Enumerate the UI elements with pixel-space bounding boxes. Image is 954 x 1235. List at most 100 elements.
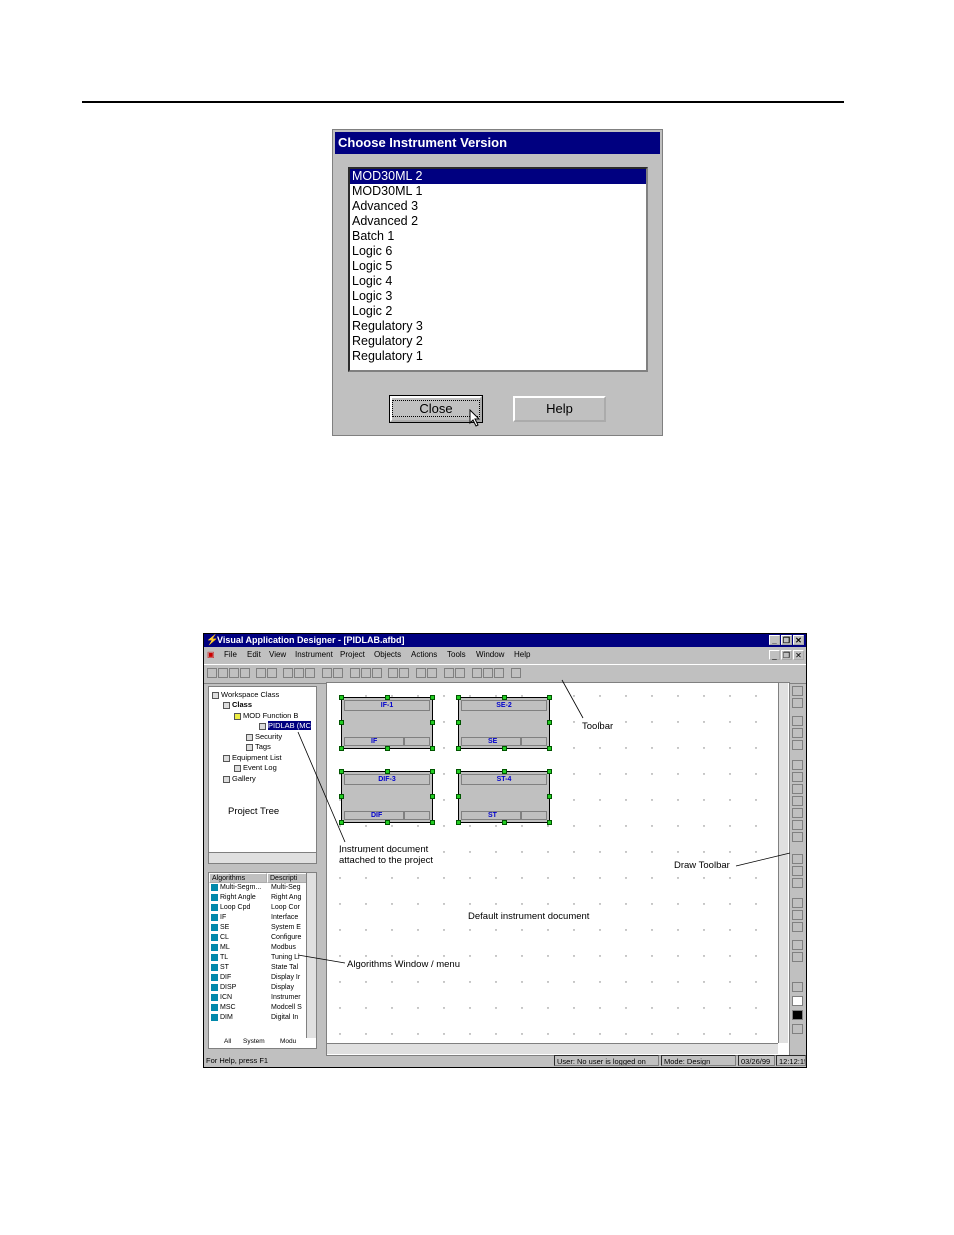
tree-node[interactable]: Class (223, 700, 252, 709)
selection-handle[interactable] (339, 746, 344, 751)
tree-horizontal-scrollbar[interactable] (209, 852, 316, 863)
version-list[interactable]: MOD30ML 2 MOD30ML 1 Advanced 3 Advanced … (348, 167, 648, 372)
zoom-icon[interactable] (792, 910, 803, 920)
selection-handle[interactable] (430, 720, 435, 725)
rectangle-icon[interactable] (792, 760, 803, 770)
menu-instrument[interactable]: Instrument (295, 648, 333, 662)
tab-system[interactable]: System (243, 1038, 265, 1045)
list-item[interactable]: IF (211, 913, 226, 923)
cut-icon[interactable] (283, 668, 293, 678)
background-color-icon[interactable] (792, 1010, 803, 1020)
list-item[interactable]: Batch 1 (350, 229, 646, 244)
polygon-icon[interactable] (792, 796, 803, 806)
redo-icon[interactable] (333, 668, 343, 678)
window-cascade-icon[interactable] (472, 668, 482, 678)
help-button[interactable]: Help (513, 396, 606, 422)
mdi-restore-icon[interactable]: ❐ (781, 650, 792, 660)
selection-handle[interactable] (385, 820, 390, 825)
open-icon[interactable] (218, 668, 228, 678)
pen-icon[interactable] (792, 898, 803, 908)
rounded-rect-icon[interactable] (792, 772, 803, 782)
tab-all[interactable]: All (224, 1038, 231, 1045)
save-all-icon[interactable] (240, 668, 250, 678)
selection-handle[interactable] (456, 695, 461, 700)
selection-handle[interactable] (502, 769, 507, 774)
selection-handle[interactable] (547, 695, 552, 700)
value-display-icon[interactable] (792, 866, 803, 876)
selection-handle[interactable] (430, 820, 435, 825)
polyline-icon[interactable] (792, 808, 803, 818)
project-tree[interactable]: Workspace Class Class MOD Function B PID… (208, 686, 317, 864)
zoom-in-icon[interactable] (361, 668, 371, 678)
pie-icon[interactable] (792, 832, 803, 842)
print-preview-icon[interactable] (267, 668, 277, 678)
list-item[interactable]: Right Angle (211, 893, 256, 903)
line-icon[interactable] (792, 728, 803, 738)
fill-icon[interactable] (792, 940, 803, 950)
algorithms-window[interactable]: Algorithms Descripti Multi-Segm... Multi… (208, 872, 317, 1049)
crop-icon[interactable] (792, 922, 803, 932)
print-icon[interactable] (256, 668, 266, 678)
tree-node[interactable]: Equipment List (223, 753, 282, 762)
selection-handle[interactable] (547, 746, 552, 751)
menu-help[interactable]: Help (514, 648, 530, 662)
tree-node[interactable]: PIDLAB (MC (259, 721, 311, 730)
save-icon[interactable] (229, 668, 239, 678)
list-item[interactable]: Logic 5 (350, 259, 646, 274)
selection-handle[interactable] (339, 769, 344, 774)
select-pointer-icon[interactable] (792, 686, 803, 696)
edit-icon[interactable] (455, 668, 465, 678)
ellipse-icon[interactable] (792, 784, 803, 794)
mdi-minimize-icon[interactable]: _ (769, 650, 780, 660)
menu-objects[interactable]: Objects (374, 648, 401, 662)
list-item[interactable]: DIF (211, 973, 231, 983)
foreground-color-icon[interactable] (792, 996, 803, 1006)
list-item[interactable]: DISP (211, 983, 236, 993)
list-item[interactable]: ST (211, 963, 229, 973)
list-item[interactable]: Regulatory 2 (350, 334, 646, 349)
selection-handle[interactable] (339, 820, 344, 825)
close-icon[interactable]: ✕ (793, 635, 804, 645)
list-item[interactable]: MSC (211, 1003, 236, 1013)
menu-view[interactable]: View (269, 648, 286, 662)
context-help-icon[interactable] (511, 668, 521, 678)
selection-handle[interactable] (385, 695, 390, 700)
chord-icon[interactable] (792, 820, 803, 830)
tree-node[interactable]: Security (246, 732, 282, 741)
line-width-icon[interactable] (792, 1024, 803, 1034)
selection-handle[interactable] (502, 746, 507, 751)
list-item[interactable]: Logic 2 (350, 304, 646, 319)
image-icon[interactable] (427, 668, 437, 678)
selection-handle[interactable] (339, 794, 344, 799)
selection-handle[interactable] (385, 769, 390, 774)
tree-node[interactable]: Gallery (223, 774, 256, 783)
menu-project[interactable]: Project (340, 648, 365, 662)
selection-handle[interactable] (456, 720, 461, 725)
folder-icon[interactable] (416, 668, 426, 678)
list-item[interactable]: Loop Cpd (211, 903, 250, 913)
selection-handle[interactable] (547, 769, 552, 774)
selection-handle[interactable] (430, 695, 435, 700)
list-item[interactable]: Regulatory 1 (350, 349, 646, 364)
description-column-header[interactable]: Descripti (267, 873, 307, 883)
arc-icon[interactable] (792, 740, 803, 750)
list-item[interactable]: Logic 3 (350, 289, 646, 304)
selection-handle[interactable] (456, 820, 461, 825)
paste-icon[interactable] (305, 668, 315, 678)
menu-edit[interactable]: Edit (247, 648, 261, 662)
selection-handle[interactable] (339, 720, 344, 725)
restore-icon[interactable]: ❐ (781, 635, 792, 645)
list-item[interactable]: MOD30ML 1 (350, 184, 646, 199)
tree-node[interactable]: Event Log (234, 763, 277, 772)
algorithms-column-header[interactable]: Algorithms (209, 873, 267, 883)
selection-handle[interactable] (430, 746, 435, 751)
selection-handle[interactable] (547, 820, 552, 825)
selection-handle[interactable] (339, 695, 344, 700)
list-item[interactable]: Multi-Segm... (211, 883, 261, 893)
menu-file[interactable]: File (224, 648, 237, 662)
tree-node[interactable]: Workspace Class (212, 690, 279, 699)
list-item[interactable]: TL (211, 953, 228, 963)
list-item[interactable]: Regulatory 3 (350, 319, 646, 334)
menu-tools[interactable]: Tools (447, 648, 466, 662)
grid-icon[interactable] (350, 668, 360, 678)
